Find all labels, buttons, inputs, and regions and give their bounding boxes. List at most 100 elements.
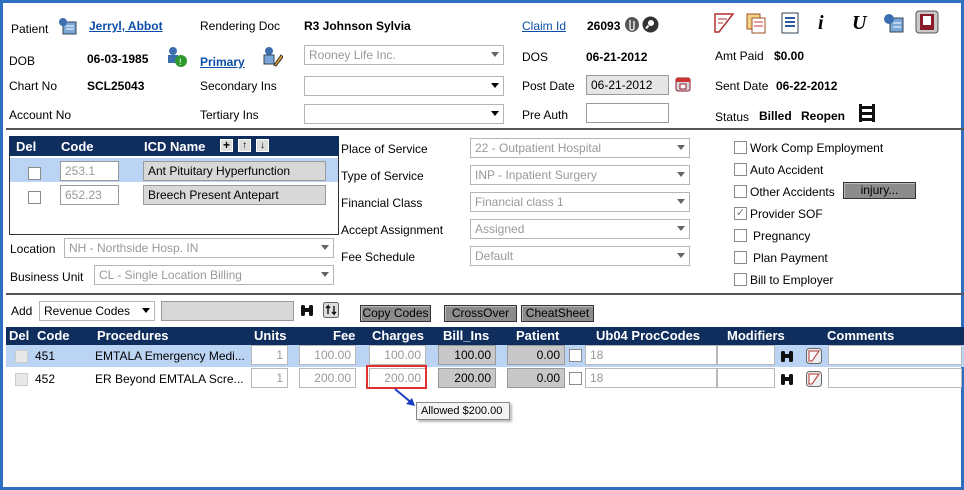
proc-del-checkbox[interactable] [15, 373, 28, 386]
pre-auth-input[interactable] [586, 103, 669, 123]
other-accidents-checkbox[interactable] [734, 185, 747, 198]
proc-bill-ins-header: Bill_Ins [443, 328, 490, 343]
fee-input[interactable]: 100.00 [299, 345, 356, 365]
proc-modifiers-header: Modifiers [727, 328, 785, 343]
copy-claim-icon[interactable] [745, 12, 767, 34]
reopen-button[interactable]: Reopen [801, 109, 845, 123]
proc-select-checkbox[interactable] [569, 349, 582, 362]
swap-arrows-icon[interactable] [323, 302, 339, 318]
copy-codes-button[interactable]: Copy Codes [360, 305, 431, 322]
form-edit-icon[interactable] [806, 371, 822, 387]
comments-input[interactable] [828, 368, 962, 388]
document-list-icon[interactable] [780, 12, 800, 34]
proc-del-checkbox[interactable] [15, 350, 28, 363]
fee-schedule-select[interactable]: Default [470, 246, 690, 266]
search-icon[interactable] [642, 16, 659, 33]
business-unit-select[interactable]: CL - Single Location Billing [94, 265, 334, 285]
auto-accident-checkbox[interactable] [734, 163, 747, 176]
ub04-input[interactable]: 18 [585, 345, 717, 365]
units-input[interactable]: 1 [251, 368, 288, 388]
work-comp-checkbox[interactable] [734, 141, 747, 154]
add-type-select[interactable]: Revenue Codes [39, 301, 155, 321]
tertiary-ins-label: Tertiary Ins [200, 108, 259, 122]
icd-row-del-checkbox[interactable] [28, 191, 41, 204]
claim-id-link[interactable]: Claim Id [522, 19, 566, 33]
tos-select[interactable]: INP - Inpatient Surgery [470, 165, 690, 185]
patient-field: 0.00 [507, 368, 565, 388]
comments-input[interactable] [828, 345, 962, 365]
binoculars-icon[interactable] [780, 373, 794, 386]
insurance-edit-icon[interactable] [261, 45, 284, 67]
proc-code-header: Code [37, 328, 70, 343]
print-book-icon[interactable] [915, 10, 939, 34]
primary-ins-link[interactable]: Primary [200, 55, 245, 69]
binoculars-icon[interactable] [780, 350, 794, 363]
bill-ins-field: 100.00 [438, 345, 496, 365]
proc-charges-header: Charges [372, 328, 425, 343]
chart-no-label: Chart No [9, 79, 58, 93]
modifiers-input[interactable] [717, 345, 775, 365]
provider-sof-checkbox[interactable]: ✓ [734, 207, 747, 220]
eligibility-check-icon[interactable]: ! [165, 45, 187, 67]
form-edit-icon[interactable] [806, 348, 822, 364]
sent-date-value: 06-22-2012 [776, 79, 838, 93]
units-input[interactable]: 1 [251, 345, 288, 365]
binoculars-icon[interactable] [300, 304, 314, 317]
section-divider [6, 293, 964, 295]
patient-name-link[interactable]: Jerryl, Abbot [89, 19, 163, 33]
icd-code-input[interactable]: 253.1 [60, 161, 119, 181]
proc-fee-header: Fee [333, 328, 356, 343]
patient-label: Patient [11, 22, 49, 36]
form-edit-icon[interactable] [713, 12, 735, 34]
cheatsheet-button[interactable]: CheatSheet [521, 305, 594, 322]
underline-u-icon[interactable]: U [852, 12, 868, 34]
rendering-doc-value: R3 Johnson Sylvia [304, 19, 411, 33]
location-select[interactable]: NH - Northside Hosp. IN [64, 238, 334, 258]
accept-assignment-select[interactable]: Assigned [470, 219, 690, 239]
chart-no-value: SCL25043 [87, 79, 145, 93]
status-value: Billed [759, 109, 792, 123]
user-card-icon[interactable] [882, 12, 904, 34]
svg-text:!: ! [179, 57, 182, 67]
patient-card-icon[interactable] [57, 16, 77, 36]
list-menu-icon[interactable] [858, 103, 876, 123]
move-up-icon[interactable]: ↑ [238, 139, 251, 152]
financial-class-select[interactable]: Financial class 1 [470, 192, 690, 212]
tertiary-ins-select[interactable] [304, 104, 504, 124]
crossover-button[interactable]: CrossOver [444, 305, 517, 322]
injury-button[interactable]: injury... [843, 182, 916, 199]
secondary-ins-label: Secondary Ins [200, 79, 277, 93]
pos-select[interactable]: 22 - Outpatient Hospital [470, 138, 690, 158]
add-code-input[interactable] [161, 301, 294, 321]
bill-employer-checkbox[interactable] [734, 273, 747, 286]
proc-units-header: Units [254, 328, 287, 343]
post-date-input[interactable]: 06-21-2012 [586, 75, 669, 95]
status-label: Status [715, 110, 750, 124]
calendar-icon[interactable] [675, 76, 691, 92]
pos-label: Place of Service [341, 142, 428, 156]
ub04-input[interactable]: 18 [585, 368, 717, 388]
dob-label: DOB [9, 54, 36, 68]
move-down-icon[interactable]: ↓ [256, 139, 269, 152]
charges-input[interactable]: 100.00 [369, 345, 426, 365]
other-accidents-label: Other Accidents [750, 185, 835, 199]
primary-ins-select[interactable]: Rooney Life Inc. [304, 45, 504, 65]
proc-ub04-header: Ub04 ProcCodes [596, 328, 701, 343]
add-icd-icon[interactable]: + [220, 139, 233, 152]
proc-patient-header: Patient [516, 328, 560, 343]
info-icon[interactable]: i [818, 12, 832, 34]
proc-code: 452 [35, 372, 56, 386]
work-comp-label: Work Comp Employment [750, 141, 884, 155]
icd-row-del-checkbox[interactable] [28, 167, 41, 180]
icd-code-input[interactable]: 652.23 [60, 185, 119, 205]
proc-select-checkbox[interactable] [569, 372, 582, 385]
modifiers-input[interactable] [717, 368, 775, 388]
secondary-ins-select[interactable] [304, 76, 504, 96]
plan-payment-checkbox[interactable] [734, 251, 747, 264]
icd-name-field: Breech Present Antepart [143, 185, 326, 205]
pregnancy-checkbox[interactable] [734, 229, 747, 242]
attachment-icon[interactable] [624, 16, 640, 33]
bill-employer-label: Bill to Employer [750, 273, 834, 287]
plan-payment-label: Plan Payment [753, 251, 828, 265]
fee-input[interactable]: 200.00 [299, 368, 356, 388]
